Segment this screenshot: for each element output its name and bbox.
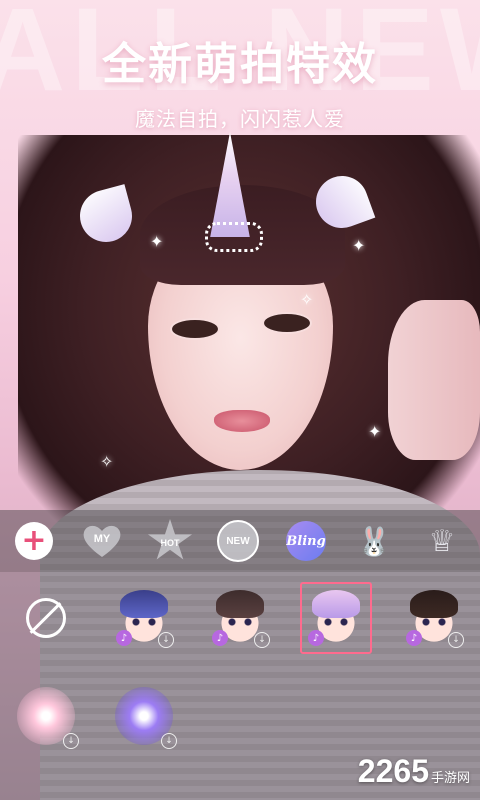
effects-grid: ♪ ↓ ♪ ↓ ♪ ♪ ↓ ↓ ↓ 2265 手游网 — [0, 572, 480, 800]
no-effect-icon — [26, 598, 66, 638]
tab-rabbit[interactable]: 🐰 — [340, 510, 408, 572]
star-icon: HOT — [147, 519, 193, 560]
tab-my[interactable]: MY — [68, 510, 136, 572]
watermark-logo: 2265 手游网 — [358, 753, 470, 790]
rabbit-icon: 🐰 — [356, 524, 392, 558]
portrait-hand — [388, 300, 480, 460]
sparkle-icon: ↓ — [115, 687, 177, 749]
tab-bling[interactable]: Bling — [272, 510, 340, 572]
music-note-icon: ♪ — [308, 630, 324, 646]
avatar-eyes — [132, 618, 156, 626]
avatar-hair — [312, 590, 360, 618]
effect-none[interactable] — [10, 582, 82, 654]
download-icon[interactable]: ↓ — [254, 632, 270, 648]
tab-my-label: MY — [93, 533, 111, 545]
sparkle-icon: ✦ — [368, 422, 382, 441]
portrait-eye-left — [170, 318, 220, 340]
effect-blue-fairy[interactable]: ♪ ↓ — [108, 582, 180, 654]
sparkle-icon: ✦ — [352, 236, 366, 255]
portrait-eye-right — [262, 312, 312, 334]
effect-category-bar: + MY HOT NEW Bling 🐰 ♕ — [0, 510, 480, 572]
sparkle-icon: ✧ — [300, 290, 314, 309]
bling-icon: Bling — [286, 521, 326, 561]
avatar-icon: ♪ ↓ — [212, 590, 270, 648]
sparkle-icon: ✧ — [100, 452, 114, 471]
portrait-mouth — [214, 410, 270, 432]
effect-unicorn[interactable]: ♪ — [300, 582, 372, 654]
download-icon[interactable]: ↓ — [63, 733, 79, 749]
effect-pink-sparkle[interactable]: ↓ — [10, 680, 82, 752]
tab-bling-label: Bling — [286, 533, 326, 549]
tab-hot[interactable]: HOT — [136, 510, 204, 572]
watermark-site: 手游网 — [430, 770, 470, 785]
camera-preview: ALL NEW ✦ ✦ ✦ ✧ ✧ 全新萌拍特效 魔法自拍，闪闪惹人爱 + MY… — [0, 0, 480, 800]
circle-icon: NEW — [217, 520, 259, 562]
tab-new[interactable]: NEW — [204, 510, 272, 572]
pearl-headband — [205, 222, 263, 252]
effect-pearl-princess[interactable]: ♪ ↓ — [204, 582, 276, 654]
tab-new-label: NEW — [226, 535, 250, 547]
promo-subtitle: 魔法自拍，闪闪惹人爱 — [135, 107, 345, 131]
avatar-eyes — [422, 618, 446, 626]
effect-devil-horns[interactable]: ♪ ↓ — [398, 582, 470, 654]
heart-icon: MY — [82, 523, 122, 559]
download-icon[interactable]: ↓ — [448, 632, 464, 648]
avatar-eyes — [324, 618, 348, 626]
music-note-icon: ♪ — [116, 630, 132, 646]
plus-icon: + — [15, 522, 53, 560]
music-note-icon: ♪ — [406, 630, 422, 646]
watermark-brand: 2265 — [357, 753, 429, 789]
crown-icon: ♕ — [428, 523, 456, 559]
avatar-icon: ♪ ↓ — [406, 590, 464, 648]
avatar-hair — [410, 590, 458, 618]
avatar-hair — [216, 590, 264, 618]
tab-crown[interactable]: ♕ — [408, 510, 476, 572]
sparkle-icon: ✦ — [150, 232, 164, 251]
avatar-icon: ♪ — [308, 590, 362, 646]
avatar-hair — [120, 590, 168, 618]
download-icon[interactable]: ↓ — [158, 632, 174, 648]
effect-purple-sparkle[interactable]: ↓ — [108, 680, 180, 752]
sparkle-icon: ↓ — [17, 687, 79, 749]
promo-title: 全新萌拍特效 — [102, 39, 378, 90]
music-note-icon: ♪ — [212, 630, 228, 646]
tab-add[interactable]: + — [0, 510, 68, 572]
download-icon[interactable]: ↓ — [161, 733, 177, 749]
avatar-icon: ♪ ↓ — [116, 590, 174, 648]
avatar-eyes — [228, 618, 252, 626]
tab-hot-label: HOT — [160, 538, 180, 548]
